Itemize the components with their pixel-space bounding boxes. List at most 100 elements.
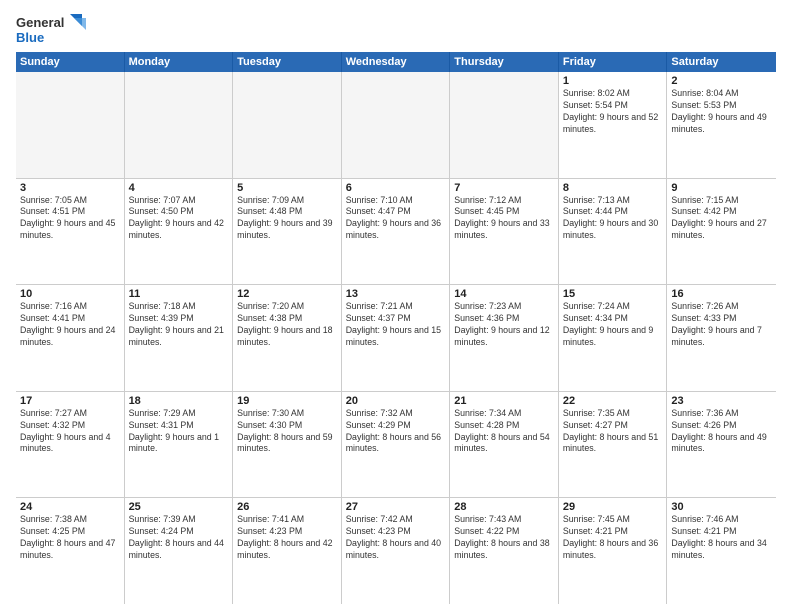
day-number: 12 <box>237 288 337 300</box>
logo: GeneralBlue <box>16 12 86 48</box>
day-info: Sunrise: 7:27 AM Sunset: 4:32 PM Dayligh… <box>20 408 120 456</box>
day-number: 29 <box>563 501 663 513</box>
day-info: Sunrise: 7:39 AM Sunset: 4:24 PM Dayligh… <box>129 514 229 562</box>
day-info: Sunrise: 7:36 AM Sunset: 4:26 PM Dayligh… <box>671 408 772 456</box>
calendar-cell-4-2: 18Sunrise: 7:29 AM Sunset: 4:31 PM Dayli… <box>125 392 234 498</box>
calendar-cell-5-6: 29Sunrise: 7:45 AM Sunset: 4:21 PM Dayli… <box>559 498 668 604</box>
calendar-cell-4-6: 22Sunrise: 7:35 AM Sunset: 4:27 PM Dayli… <box>559 392 668 498</box>
calendar-cell-4-5: 21Sunrise: 7:34 AM Sunset: 4:28 PM Dayli… <box>450 392 559 498</box>
day-number: 15 <box>563 288 663 300</box>
day-info: Sunrise: 7:46 AM Sunset: 4:21 PM Dayligh… <box>671 514 772 562</box>
calendar-cell-4-7: 23Sunrise: 7:36 AM Sunset: 4:26 PM Dayli… <box>667 392 776 498</box>
calendar-cell-2-3: 5Sunrise: 7:09 AM Sunset: 4:48 PM Daylig… <box>233 179 342 285</box>
day-number: 20 <box>346 395 446 407</box>
day-info: Sunrise: 7:35 AM Sunset: 4:27 PM Dayligh… <box>563 408 663 456</box>
day-info: Sunrise: 7:15 AM Sunset: 4:42 PM Dayligh… <box>671 195 772 243</box>
day-info: Sunrise: 7:43 AM Sunset: 4:22 PM Dayligh… <box>454 514 554 562</box>
calendar-cell-4-1: 17Sunrise: 7:27 AM Sunset: 4:32 PM Dayli… <box>16 392 125 498</box>
page: GeneralBlue SundayMondayTuesdayWednesday… <box>0 0 792 612</box>
day-info: Sunrise: 7:32 AM Sunset: 4:29 PM Dayligh… <box>346 408 446 456</box>
day-number: 25 <box>129 501 229 513</box>
calendar-row-1: 1Sunrise: 8:02 AM Sunset: 5:54 PM Daylig… <box>16 72 776 179</box>
day-number: 4 <box>129 182 229 194</box>
calendar-cell-4-4: 20Sunrise: 7:32 AM Sunset: 4:29 PM Dayli… <box>342 392 451 498</box>
calendar-cell-1-5 <box>450 72 559 178</box>
header-day-friday: Friday <box>559 52 668 72</box>
day-info: Sunrise: 7:30 AM Sunset: 4:30 PM Dayligh… <box>237 408 337 456</box>
calendar-cell-5-3: 26Sunrise: 7:41 AM Sunset: 4:23 PM Dayli… <box>233 498 342 604</box>
calendar-cell-2-5: 7Sunrise: 7:12 AM Sunset: 4:45 PM Daylig… <box>450 179 559 285</box>
day-info: Sunrise: 7:12 AM Sunset: 4:45 PM Dayligh… <box>454 195 554 243</box>
day-info: Sunrise: 7:16 AM Sunset: 4:41 PM Dayligh… <box>20 301 120 349</box>
calendar-header: SundayMondayTuesdayWednesdayThursdayFrid… <box>16 52 776 72</box>
calendar-cell-1-4 <box>342 72 451 178</box>
day-info: Sunrise: 7:21 AM Sunset: 4:37 PM Dayligh… <box>346 301 446 349</box>
calendar-cell-5-2: 25Sunrise: 7:39 AM Sunset: 4:24 PM Dayli… <box>125 498 234 604</box>
day-number: 8 <box>563 182 663 194</box>
calendar-cell-3-7: 16Sunrise: 7:26 AM Sunset: 4:33 PM Dayli… <box>667 285 776 391</box>
svg-text:General: General <box>16 15 64 30</box>
day-info: Sunrise: 7:45 AM Sunset: 4:21 PM Dayligh… <box>563 514 663 562</box>
day-number: 6 <box>346 182 446 194</box>
day-number: 21 <box>454 395 554 407</box>
day-info: Sunrise: 7:26 AM Sunset: 4:33 PM Dayligh… <box>671 301 772 349</box>
day-info: Sunrise: 8:04 AM Sunset: 5:53 PM Dayligh… <box>671 88 772 136</box>
calendar: SundayMondayTuesdayWednesdayThursdayFrid… <box>16 52 776 604</box>
calendar-row-4: 17Sunrise: 7:27 AM Sunset: 4:32 PM Dayli… <box>16 392 776 499</box>
day-info: Sunrise: 7:38 AM Sunset: 4:25 PM Dayligh… <box>20 514 120 562</box>
calendar-cell-2-6: 8Sunrise: 7:13 AM Sunset: 4:44 PM Daylig… <box>559 179 668 285</box>
day-number: 22 <box>563 395 663 407</box>
calendar-body: 1Sunrise: 8:02 AM Sunset: 5:54 PM Daylig… <box>16 72 776 604</box>
day-info: Sunrise: 7:34 AM Sunset: 4:28 PM Dayligh… <box>454 408 554 456</box>
calendar-cell-5-4: 27Sunrise: 7:42 AM Sunset: 4:23 PM Dayli… <box>342 498 451 604</box>
calendar-cell-1-7: 2Sunrise: 8:04 AM Sunset: 5:53 PM Daylig… <box>667 72 776 178</box>
header: GeneralBlue <box>16 12 776 48</box>
day-info: Sunrise: 7:20 AM Sunset: 4:38 PM Dayligh… <box>237 301 337 349</box>
day-info: Sunrise: 7:09 AM Sunset: 4:48 PM Dayligh… <box>237 195 337 243</box>
day-number: 13 <box>346 288 446 300</box>
day-info: Sunrise: 7:24 AM Sunset: 4:34 PM Dayligh… <box>563 301 663 349</box>
calendar-cell-3-6: 15Sunrise: 7:24 AM Sunset: 4:34 PM Dayli… <box>559 285 668 391</box>
calendar-cell-3-1: 10Sunrise: 7:16 AM Sunset: 4:41 PM Dayli… <box>16 285 125 391</box>
header-day-sunday: Sunday <box>16 52 125 72</box>
day-number: 5 <box>237 182 337 194</box>
day-number: 28 <box>454 501 554 513</box>
header-day-saturday: Saturday <box>667 52 776 72</box>
day-info: Sunrise: 7:41 AM Sunset: 4:23 PM Dayligh… <box>237 514 337 562</box>
day-number: 17 <box>20 395 120 407</box>
calendar-cell-1-2 <box>125 72 234 178</box>
header-day-monday: Monday <box>125 52 234 72</box>
svg-text:Blue: Blue <box>16 30 44 45</box>
day-number: 19 <box>237 395 337 407</box>
calendar-cell-3-4: 13Sunrise: 7:21 AM Sunset: 4:37 PM Dayli… <box>342 285 451 391</box>
day-number: 27 <box>346 501 446 513</box>
calendar-cell-1-3 <box>233 72 342 178</box>
day-number: 18 <box>129 395 229 407</box>
day-number: 30 <box>671 501 772 513</box>
calendar-cell-2-7: 9Sunrise: 7:15 AM Sunset: 4:42 PM Daylig… <box>667 179 776 285</box>
day-info: Sunrise: 7:23 AM Sunset: 4:36 PM Dayligh… <box>454 301 554 349</box>
day-info: Sunrise: 7:29 AM Sunset: 4:31 PM Dayligh… <box>129 408 229 456</box>
calendar-cell-2-1: 3Sunrise: 7:05 AM Sunset: 4:51 PM Daylig… <box>16 179 125 285</box>
day-info: Sunrise: 8:02 AM Sunset: 5:54 PM Dayligh… <box>563 88 663 136</box>
calendar-row-3: 10Sunrise: 7:16 AM Sunset: 4:41 PM Dayli… <box>16 285 776 392</box>
day-number: 24 <box>20 501 120 513</box>
day-number: 26 <box>237 501 337 513</box>
day-info: Sunrise: 7:18 AM Sunset: 4:39 PM Dayligh… <box>129 301 229 349</box>
calendar-cell-2-4: 6Sunrise: 7:10 AM Sunset: 4:47 PM Daylig… <box>342 179 451 285</box>
day-number: 23 <box>671 395 772 407</box>
header-day-wednesday: Wednesday <box>342 52 451 72</box>
day-number: 14 <box>454 288 554 300</box>
logo-svg: GeneralBlue <box>16 12 86 48</box>
calendar-cell-2-2: 4Sunrise: 7:07 AM Sunset: 4:50 PM Daylig… <box>125 179 234 285</box>
day-number: 2 <box>671 75 772 87</box>
calendar-cell-5-7: 30Sunrise: 7:46 AM Sunset: 4:21 PM Dayli… <box>667 498 776 604</box>
calendar-cell-3-2: 11Sunrise: 7:18 AM Sunset: 4:39 PM Dayli… <box>125 285 234 391</box>
day-number: 10 <box>20 288 120 300</box>
day-info: Sunrise: 7:10 AM Sunset: 4:47 PM Dayligh… <box>346 195 446 243</box>
calendar-row-2: 3Sunrise: 7:05 AM Sunset: 4:51 PM Daylig… <box>16 179 776 286</box>
calendar-row-5: 24Sunrise: 7:38 AM Sunset: 4:25 PM Dayli… <box>16 498 776 604</box>
calendar-cell-4-3: 19Sunrise: 7:30 AM Sunset: 4:30 PM Dayli… <box>233 392 342 498</box>
calendar-cell-3-3: 12Sunrise: 7:20 AM Sunset: 4:38 PM Dayli… <box>233 285 342 391</box>
day-number: 11 <box>129 288 229 300</box>
